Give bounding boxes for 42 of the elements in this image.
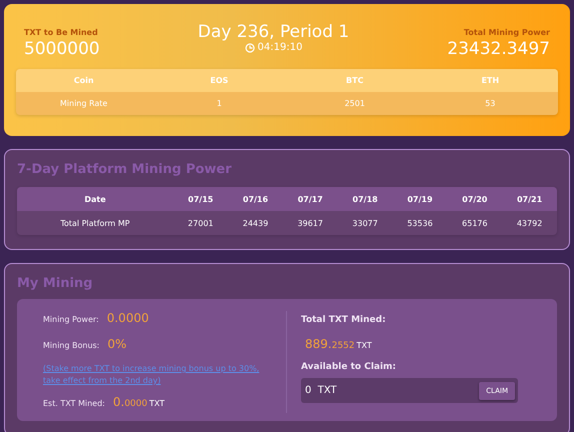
mining-bonus-value: 0% [108,337,127,351]
column-header: 07/17 [296,194,324,204]
total-power-label: Total Mining Power [464,28,550,37]
table-cell-text: 2501 [344,99,366,108]
mining-power-value: 0.0000 [106,311,149,325]
mining-power-label: Mining Power: [43,315,99,324]
column-header: BTC [345,76,364,85]
table-cell-text: 24439 [242,218,270,228]
column-header: 07/21 [516,194,544,204]
est-mined-label: Est. TXT Mined: [43,399,105,408]
column-header: 07/19 [406,194,434,204]
column-header: ETH [480,76,500,85]
countdown: 04:19:10 [258,42,302,53]
period-title: Day 236, Period 1 [198,22,350,42]
column-header: 07/18 [352,194,379,204]
table-cell-text: 39617 [296,218,324,228]
table-cell-text: 53 [484,99,496,108]
total-mined-label: Total TXT Mined: [301,315,387,325]
section-title: My Mining [17,276,94,291]
to-be-mined-value: 5000000 [24,39,100,59]
claim-label: Available to Claim: [301,362,398,372]
clock-icon [244,42,255,52]
table-cell-text: 65176 [461,218,488,228]
table-cell-text: Mining Rate [59,99,108,108]
table-cell-text: 27001 [186,218,214,228]
column-header: EOS [209,76,230,85]
mining-bonus-label: Mining Bonus: [43,341,100,350]
table-cell-text: 43792 [516,218,544,228]
column-header: 07/16 [242,194,270,204]
to-be-mined-label: TXT to Be Mined [24,28,98,37]
total-mined-value: 889.2552 TXT [305,336,373,352]
column-header: 07/15 [187,194,214,204]
column-header: Date [83,194,107,204]
table-cell-text: Total Platform MP [60,218,131,228]
column-header: Coin [72,76,95,85]
table-cell-text: 53536 [406,218,434,228]
table-cell-text: 1 [216,99,223,108]
est-mined-value: 0.0000 TXT [113,394,164,410]
section-title: 7-Day Platform Mining Power [17,162,233,177]
column-header: 07/20 [461,194,488,204]
total-power-value: 23432.3497 [447,39,550,59]
table-cell-text: 33077 [351,218,379,228]
